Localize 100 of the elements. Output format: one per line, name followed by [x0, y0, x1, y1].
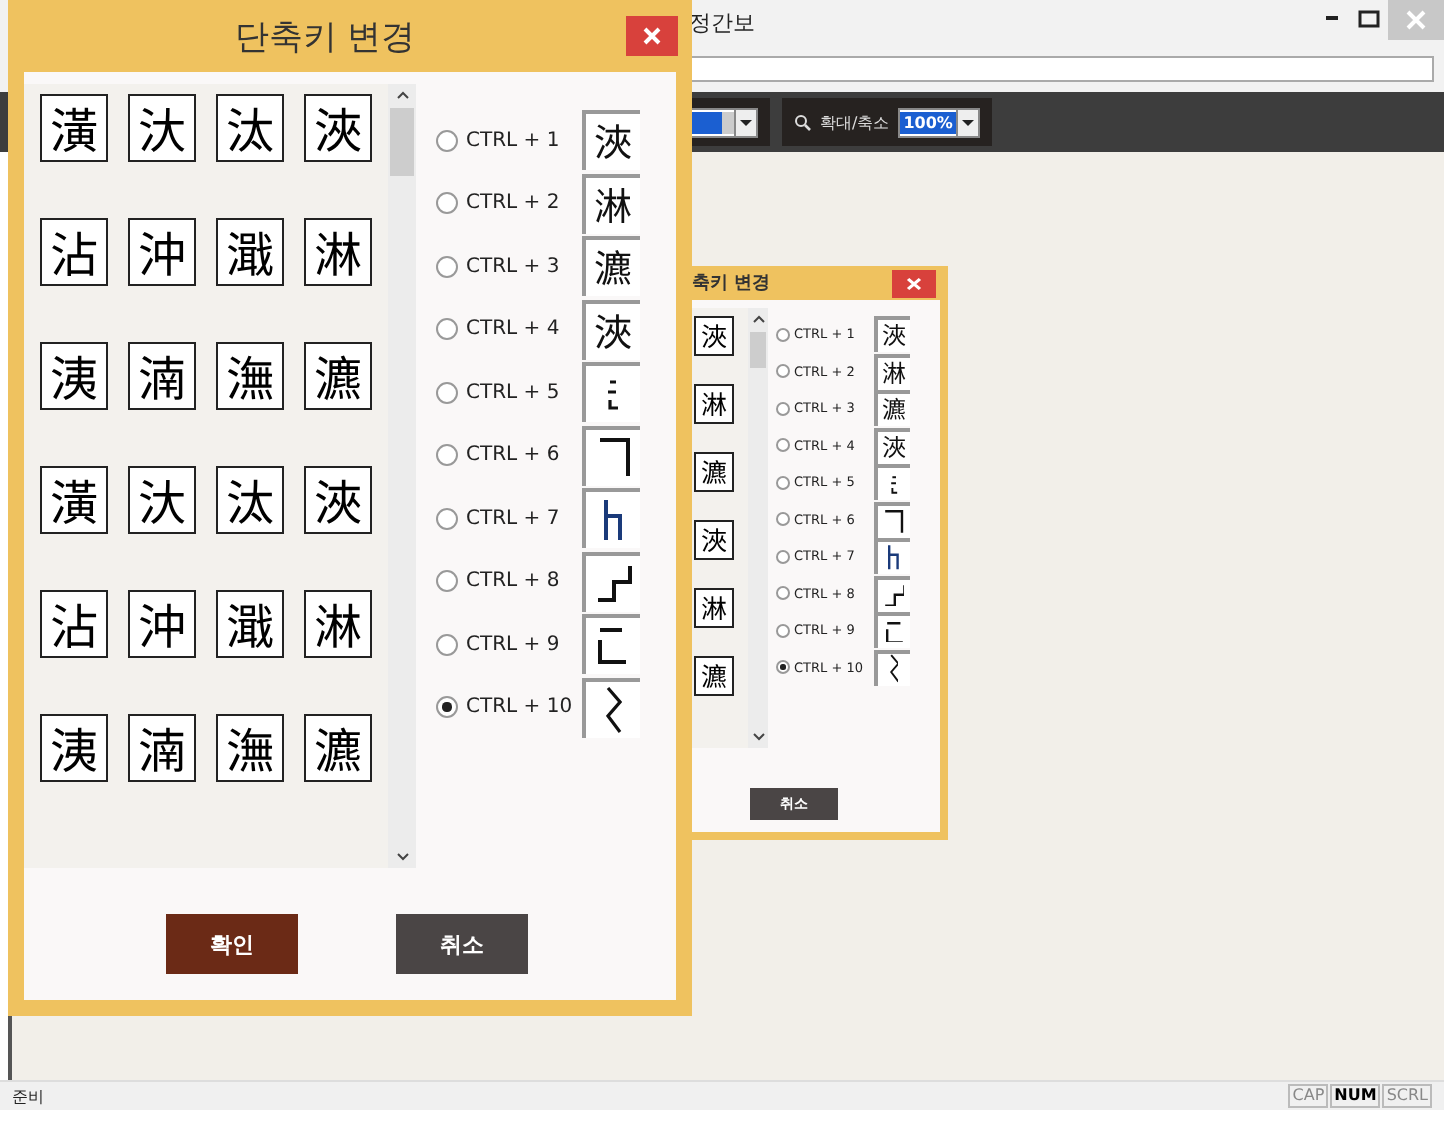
radio-button[interactable]: [776, 586, 790, 600]
shortcut-label: CTRL + 1: [466, 129, 562, 151]
zoom-dropdown[interactable]: 100%: [897, 107, 981, 137]
radio-button[interactable]: [776, 660, 790, 674]
radio-button[interactable]: [436, 318, 458, 340]
preview-box: 浹: [874, 427, 910, 463]
search-icon: [794, 113, 812, 131]
character-cell[interactable]: 淋: [304, 590, 372, 658]
status-indicator: NUM: [1330, 1084, 1381, 1108]
preview-box: 淋: [582, 173, 640, 233]
status-indicator: CAP: [1288, 1084, 1329, 1108]
character-cell[interactable]: 潢: [40, 466, 108, 534]
close-button[interactable]: [892, 269, 936, 297]
radio-button[interactable]: [436, 129, 458, 151]
radio-button[interactable]: [776, 475, 790, 489]
character-cell[interactable]: 洟: [40, 714, 108, 782]
character-cell[interactable]: 浹: [694, 520, 734, 560]
character-cell[interactable]: 沾: [40, 590, 108, 658]
character-cell[interactable]: 沖: [128, 218, 196, 286]
character-cell[interactable]: 汏: [128, 466, 196, 534]
character-cell[interactable]: 浹: [304, 466, 372, 534]
stroke-icon: [606, 379, 620, 409]
stroke-icon: [598, 628, 628, 664]
shortcut-label: CTRL + 4: [466, 318, 562, 340]
character-cell[interactable]: 濈: [216, 590, 284, 658]
shortcut-label: CTRL + 3: [466, 255, 562, 277]
character-cell[interactable]: 潕: [216, 714, 284, 782]
character-cell[interactable]: 沾: [40, 218, 108, 286]
radio-button[interactable]: [436, 444, 458, 466]
radio-button[interactable]: [776, 438, 790, 452]
character-cell[interactable]: 瀌: [304, 714, 372, 782]
radio-button[interactable]: [436, 696, 458, 718]
character-cell[interactable]: 湳: [128, 342, 196, 410]
character-cell[interactable]: 淋: [694, 384, 734, 424]
status-text: 준비: [12, 1085, 46, 1107]
shortcut-label: CTRL + 8: [466, 570, 562, 592]
radio-button[interactable]: [436, 192, 458, 214]
shortcut-label: CTRL + 9: [466, 633, 562, 655]
character-cell[interactable]: 潕: [216, 342, 284, 410]
character-cell[interactable]: 瀌: [304, 342, 372, 410]
character-cell[interactable]: 湳: [128, 714, 196, 782]
confirm-button[interactable]: 확인: [166, 914, 298, 974]
dialog-title: 축키 변경: [692, 271, 773, 296]
zoom-label: 확대/축소: [820, 111, 890, 133]
character-cell[interactable]: 潢: [40, 94, 108, 162]
character-cell[interactable]: 淋: [304, 218, 372, 286]
radio-button[interactable]: [436, 381, 458, 403]
stroke-icon: [885, 621, 903, 643]
stroke-icon: [595, 564, 631, 602]
shortcut-label: CTRL + 2: [466, 192, 562, 214]
character-cell[interactable]: 汏: [128, 94, 196, 162]
character-cell[interactable]: 汰: [216, 466, 284, 534]
stroke-icon: [889, 654, 899, 684]
radio-button[interactable]: [776, 623, 790, 637]
character-cell[interactable]: 浹: [304, 94, 372, 162]
preview-box: 淋: [874, 353, 910, 389]
radio-button[interactable]: [436, 507, 458, 529]
character-cell[interactable]: 浹: [694, 316, 734, 356]
shortcut-label: CTRL + 5: [466, 381, 562, 403]
preview-box: 瀌: [874, 390, 910, 426]
radio-button[interactable]: [776, 512, 790, 526]
caret-icon[interactable]: [962, 119, 975, 125]
shortcut-label: CTRL + 10: [466, 696, 575, 718]
stroke-icon: [604, 498, 622, 542]
scroll-thumb[interactable]: [750, 332, 766, 368]
radio-button[interactable]: [436, 633, 458, 655]
scrollbar[interactable]: [388, 84, 416, 868]
scroll-down-icon[interactable]: [751, 730, 765, 742]
stroke-icon: [605, 685, 621, 733]
scroll-down-icon[interactable]: [395, 850, 409, 862]
character-cell[interactable]: 濈: [216, 218, 284, 286]
shortcut-label: CTRL + 6: [466, 444, 562, 466]
cancel-button[interactable]: 취소: [396, 914, 528, 974]
preview-box: 浹: [582, 299, 640, 359]
radio-button[interactable]: [776, 401, 790, 415]
close-button[interactable]: [626, 16, 678, 56]
preview-box: 浹: [874, 316, 910, 352]
stroke-icon: [884, 509, 904, 533]
radio-button[interactable]: [436, 255, 458, 277]
character-cell[interactable]: 汰: [216, 94, 284, 162]
window-title: 정간보: [689, 7, 755, 37]
character-cell[interactable]: 淋: [694, 588, 734, 628]
preview-box: 瀌: [582, 236, 640, 296]
character-cell[interactable]: 沖: [128, 590, 196, 658]
caret-icon[interactable]: [740, 119, 752, 125]
radio-button[interactable]: [776, 364, 790, 378]
scroll-thumb[interactable]: [390, 108, 414, 176]
character-cell[interactable]: 瀌: [694, 452, 734, 492]
preview-box: 浹: [582, 110, 640, 170]
character-cell[interactable]: 洟: [40, 342, 108, 410]
radio-button[interactable]: [776, 549, 790, 563]
scroll-up-icon[interactable]: [751, 314, 765, 326]
scrollbar[interactable]: [748, 308, 768, 748]
radio-button[interactable]: [436, 570, 458, 592]
radio-button[interactable]: [776, 327, 790, 341]
character-cell[interactable]: 瀌: [694, 656, 734, 696]
stroke-icon: [888, 544, 900, 572]
status-indicator: SCRL: [1382, 1084, 1432, 1108]
scroll-up-icon[interactable]: [395, 90, 409, 102]
stroke-icon: [597, 437, 629, 477]
